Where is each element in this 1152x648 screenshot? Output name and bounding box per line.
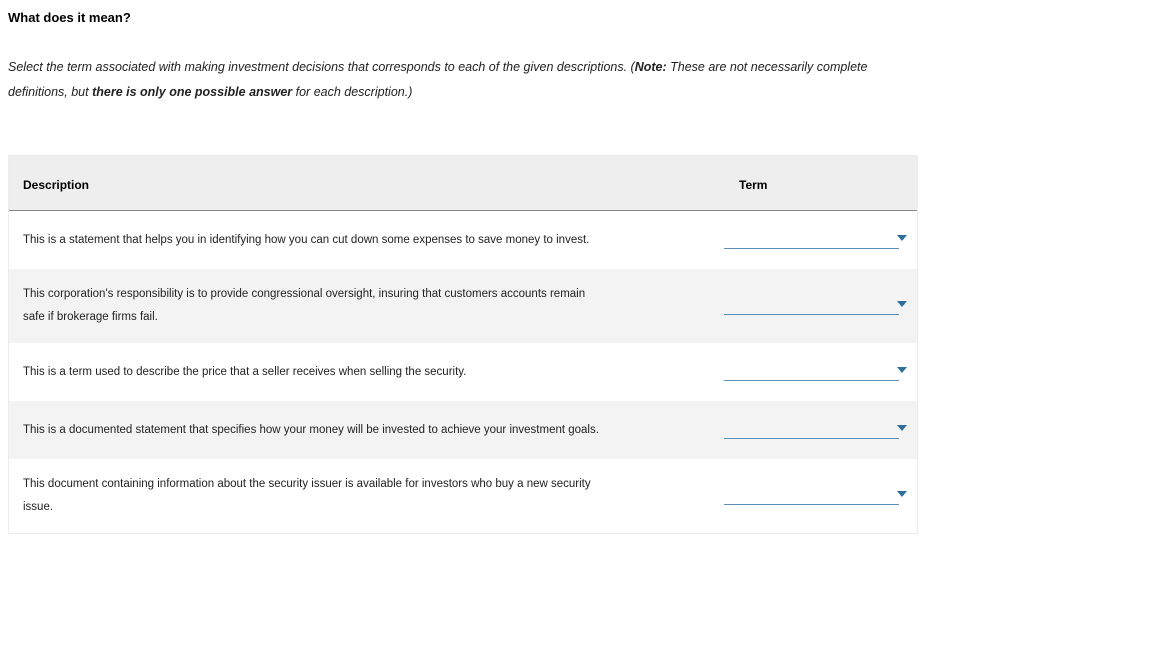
term-dropdown[interactable]: [724, 231, 899, 249]
chevron-down-icon: [897, 367, 907, 373]
table-row: This is a statement that helps you in id…: [9, 211, 917, 269]
row-description: This is a term used to describe the pric…: [9, 347, 629, 398]
chevron-down-icon: [897, 235, 907, 241]
page-title: What does it mean?: [8, 10, 1144, 25]
row-description: This document containing information abo…: [9, 459, 629, 533]
instr-pre: Select the term associated with making i…: [8, 60, 635, 74]
instr-emph: there is only one possible answer: [92, 85, 292, 99]
instructions-text: Select the term associated with making i…: [8, 55, 928, 105]
table-row: This corporation's responsibility is to …: [9, 269, 917, 343]
row-description: This is a documented statement that spec…: [9, 405, 629, 456]
chevron-down-icon: [897, 425, 907, 431]
term-dropdown[interactable]: [724, 363, 899, 381]
instr-note-label: Note:: [635, 60, 667, 74]
term-dropdown[interactable]: [724, 297, 899, 315]
chevron-down-icon: [897, 301, 907, 307]
terms-table: Description Term This is a statement tha…: [8, 155, 918, 534]
header-term: Term: [629, 156, 917, 210]
row-description: This is a statement that helps you in id…: [9, 215, 629, 266]
table-header: Description Term: [9, 156, 917, 211]
instr-post: for each description.): [292, 85, 412, 99]
table-row: This document containing information abo…: [9, 459, 917, 533]
table-body: This is a statement that helps you in id…: [9, 211, 917, 533]
header-description: Description: [9, 156, 629, 210]
row-description: This corporation's responsibility is to …: [9, 269, 629, 343]
chevron-down-icon: [897, 491, 907, 497]
term-dropdown[interactable]: [724, 421, 899, 439]
table-row: This is a documented statement that spec…: [9, 401, 917, 459]
table-row: This is a term used to describe the pric…: [9, 343, 917, 401]
term-dropdown[interactable]: [724, 487, 899, 505]
